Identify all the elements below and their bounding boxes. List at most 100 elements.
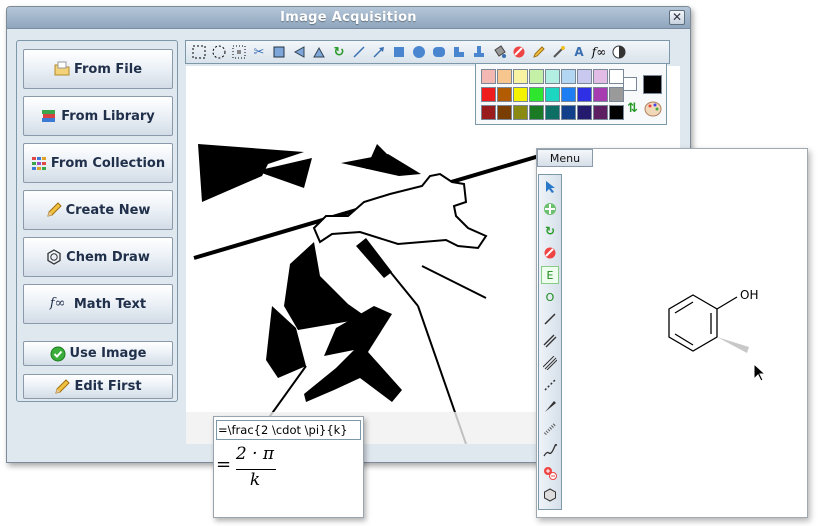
color-swatch[interactable]	[497, 105, 512, 120]
flip-horizontal-icon[interactable]	[289, 42, 309, 62]
eraser-icon[interactable]	[509, 42, 529, 62]
pencil-icon[interactable]	[529, 42, 549, 62]
edit-first-button[interactable]: Edit First	[23, 374, 173, 399]
magic-wand-icon[interactable]	[549, 42, 569, 62]
rotate-icon[interactable]: ↻	[329, 42, 349, 62]
polygon-icon[interactable]	[449, 42, 469, 62]
create-new-button[interactable]: Create New	[23, 190, 173, 230]
use-image-button[interactable]: Use Image	[23, 341, 173, 366]
color-swatch[interactable]	[545, 105, 560, 120]
arrow-icon[interactable]	[369, 42, 389, 62]
color-swatch[interactable]	[561, 69, 576, 84]
ellipse-select-icon[interactable]	[209, 42, 229, 62]
color-swatch[interactable]	[513, 87, 528, 102]
move-icon[interactable]	[541, 200, 559, 218]
color-swatch[interactable]	[529, 87, 544, 102]
color-swatch[interactable]	[529, 69, 544, 84]
books-icon	[41, 108, 57, 124]
color-swatch[interactable]	[529, 105, 544, 120]
source-panel: From File From Library From Collection C…	[16, 40, 178, 402]
drawing-toolbar: ✂ ↻ A f∞	[185, 40, 670, 64]
color-swatch[interactable]	[593, 87, 608, 102]
primary-color-swatch[interactable]	[623, 77, 637, 91]
color-swatch[interactable]	[609, 105, 624, 120]
benzene-icon	[46, 249, 62, 265]
math-text-icon[interactable]: f∞	[589, 42, 609, 62]
dashed-bond-icon[interactable]	[541, 376, 559, 394]
math-text-button[interactable]: f∞ Math Text	[23, 284, 173, 324]
formula-denominator: k	[249, 470, 261, 490]
triple-bond-icon[interactable]	[541, 354, 559, 372]
edit-first-label: Edit First	[74, 379, 142, 394]
color-swatch[interactable]	[513, 105, 528, 120]
chem-draw-window: Menu ↻ E O OH	[536, 148, 808, 518]
line-icon[interactable]	[349, 42, 369, 62]
color-swatch[interactable]	[609, 87, 624, 102]
formula-equals: =	[216, 454, 232, 475]
fill-bucket-icon[interactable]	[489, 42, 509, 62]
color-swatch[interactable]	[481, 105, 496, 120]
from-file-button[interactable]: From File	[23, 49, 173, 89]
ring-icon[interactable]	[541, 486, 559, 504]
color-swatch[interactable]	[481, 87, 496, 102]
folder-icon	[54, 61, 70, 77]
color-swatch[interactable]	[545, 87, 560, 102]
from-file-label: From File	[73, 61, 143, 77]
color-swatch[interactable]	[593, 105, 608, 120]
double-bond-icon[interactable]	[541, 332, 559, 350]
pencil-icon	[54, 378, 71, 395]
color-swatch[interactable]	[513, 69, 528, 84]
color-swatch[interactable]	[609, 69, 624, 84]
contrast-icon[interactable]	[609, 42, 629, 62]
color-swatch[interactable]	[593, 69, 608, 84]
stamp-icon[interactable]	[469, 42, 489, 62]
mouse-cursor-icon	[753, 363, 767, 382]
grid-icon	[31, 155, 47, 171]
ellipse-icon[interactable]	[409, 42, 429, 62]
latex-input[interactable]: =\frac{2 \cdot \pi}{k}	[216, 420, 361, 440]
wedge-bond-icon[interactable]	[541, 398, 559, 416]
palette-icon[interactable]	[644, 100, 662, 118]
color-swatch[interactable]	[561, 105, 576, 120]
hydroxyl-label: OH	[740, 288, 759, 302]
title-bar[interactable]: Image Acquisition ✕	[7, 7, 690, 29]
from-collection-button[interactable]: From Collection	[23, 143, 173, 183]
menu-button[interactable]: Menu	[537, 149, 593, 167]
scissors-icon[interactable]: ✂	[249, 42, 269, 62]
from-library-button[interactable]: From Library	[23, 96, 173, 136]
color-swatch[interactable]	[561, 87, 576, 102]
color-swatch[interactable]	[481, 69, 496, 84]
check-circle-icon	[50, 346, 66, 362]
eraser-icon[interactable]	[541, 244, 559, 262]
lasso-select-icon[interactable]	[229, 42, 249, 62]
element-o-icon[interactable]: O	[541, 288, 559, 306]
color-swatch[interactable]	[497, 87, 512, 102]
secondary-color-swatch[interactable]	[643, 75, 662, 94]
color-swatch[interactable]	[577, 105, 592, 120]
rect-select-icon[interactable]	[189, 42, 209, 62]
hash-bond-icon[interactable]	[541, 420, 559, 438]
charge-icon[interactable]	[541, 464, 559, 482]
text-icon[interactable]: A	[569, 42, 589, 62]
color-swatch[interactable]	[577, 87, 592, 102]
chem-draw-button[interactable]: Chem Draw	[23, 237, 173, 277]
chem-toolbar: ↻ E O	[538, 174, 562, 510]
swap-icon[interactable]: ⇅	[627, 101, 643, 117]
color-swatch[interactable]	[545, 69, 560, 84]
element-e-icon[interactable]: E	[541, 266, 559, 284]
flip-vertical-icon[interactable]	[309, 42, 329, 62]
crop-icon[interactable]	[269, 42, 289, 62]
rounded-rect-icon[interactable]	[429, 42, 449, 62]
window-title: Image Acquisition	[280, 10, 417, 25]
pencil-icon	[46, 202, 62, 218]
rotate-icon[interactable]: ↻	[541, 222, 559, 240]
close-icon[interactable]: ✕	[669, 10, 685, 25]
from-collection-label: From Collection	[50, 155, 166, 171]
wavy-bond-icon[interactable]	[541, 442, 559, 460]
rectangle-icon[interactable]	[389, 42, 409, 62]
pointer-icon[interactable]	[541, 178, 559, 196]
color-swatch[interactable]	[577, 69, 592, 84]
single-bond-icon[interactable]	[541, 310, 559, 328]
create-new-label: Create New	[65, 202, 151, 218]
color-swatch[interactable]	[497, 69, 512, 84]
